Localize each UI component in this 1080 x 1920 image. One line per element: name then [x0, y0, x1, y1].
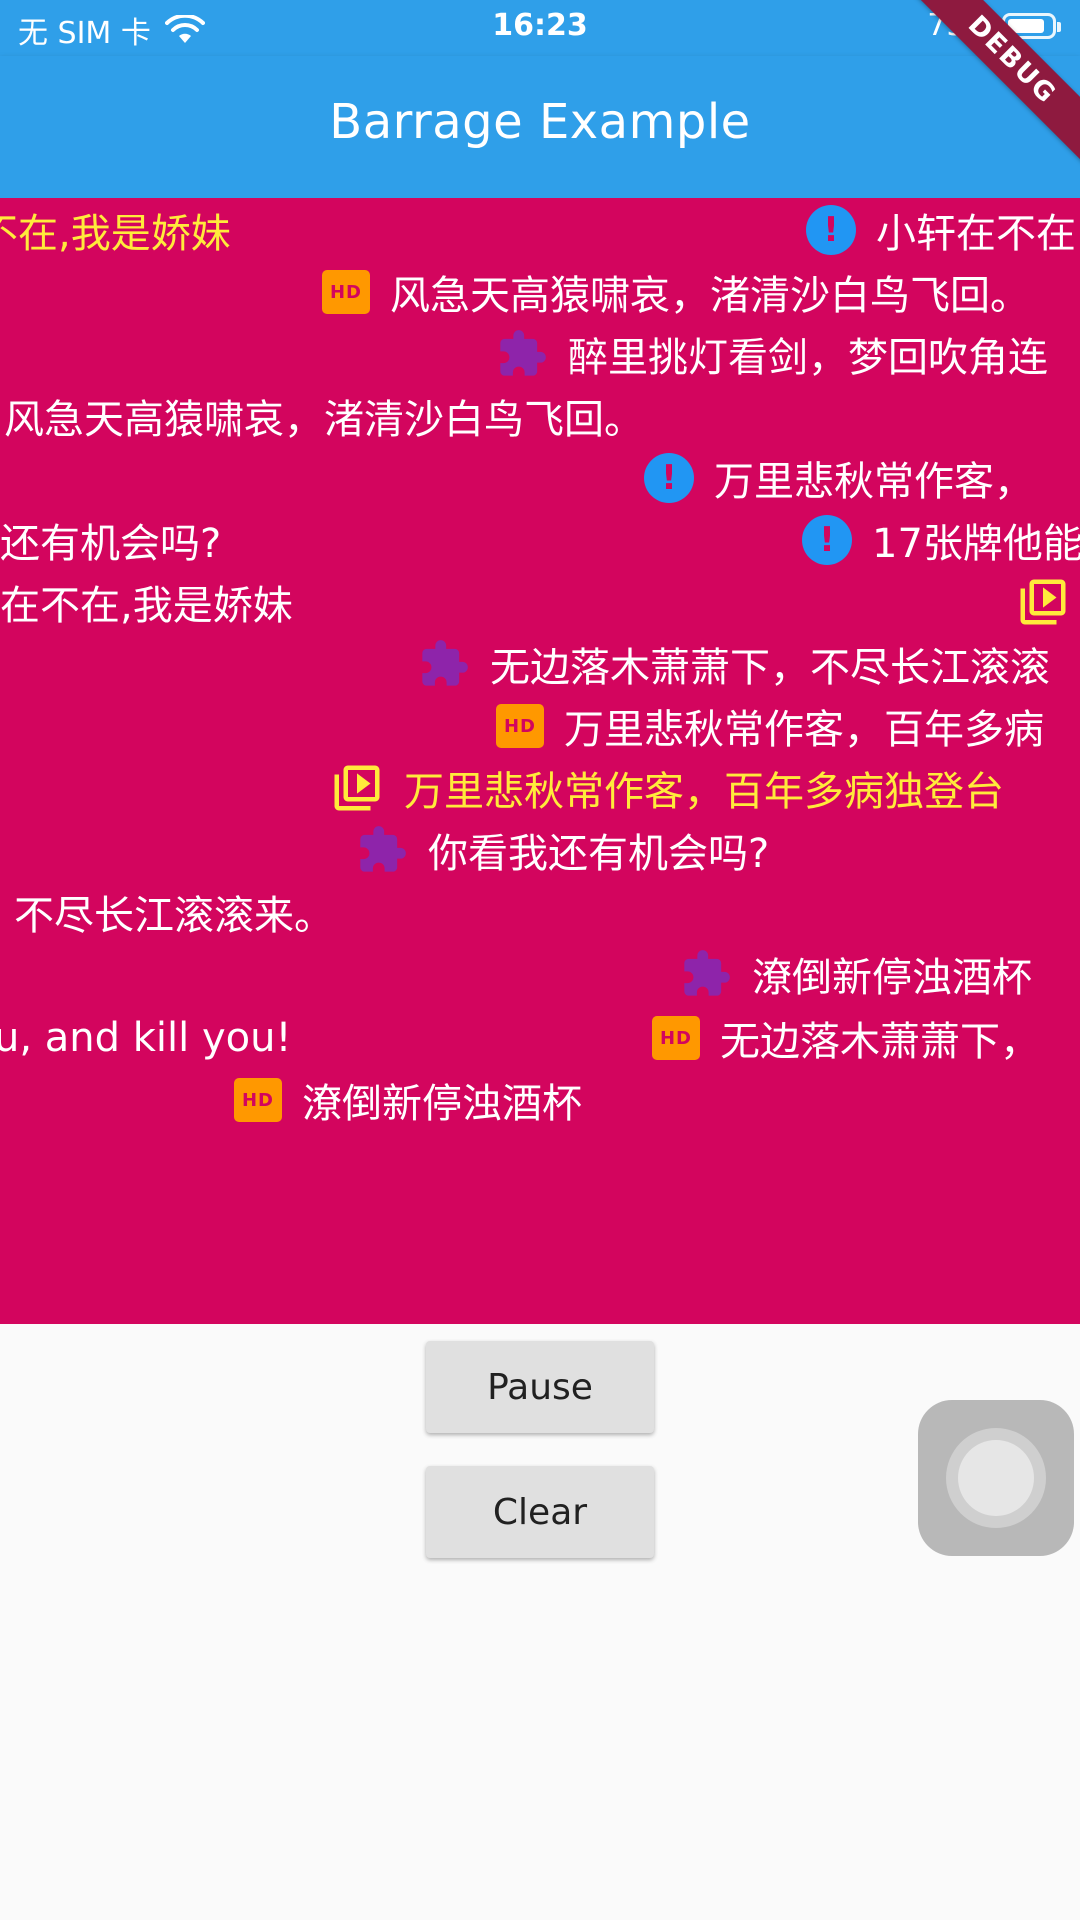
barrage-item: HD 无边落木萧萧下，	[652, 1012, 1040, 1065]
barrage-item: 不在,我是娇妹	[0, 204, 231, 257]
info-icon: !	[802, 515, 852, 565]
assistive-touch-button[interactable]	[918, 1400, 1074, 1556]
barrage-item: 无边落木萧萧下，不尽长江滚滚	[418, 638, 1050, 691]
barrage-item: 你看我还有机会吗?	[356, 824, 770, 877]
info-icon: !	[644, 453, 694, 503]
barrage-item: ! 万里悲秋常作客，	[644, 452, 1034, 505]
extension-icon	[422, 640, 468, 686]
barrage-text: 无边落木萧萧下，	[720, 1019, 1040, 1065]
barrage-item: ! 17张牌他能	[802, 514, 1080, 567]
page-title: Barrage Example	[329, 94, 751, 150]
hd-icon: HD	[322, 270, 370, 314]
video-library-icon	[334, 765, 380, 811]
barrage-text: u, and kill you!	[0, 1015, 292, 1061]
hd-icon: HD	[234, 1078, 282, 1122]
extension-icon	[684, 950, 730, 996]
barrage-text: 小轩在不在	[876, 211, 1076, 257]
barrage-item: 潦倒新停浊酒杯	[680, 948, 1032, 1001]
barrage-text: 万里悲秋常作客，百年多病独登台	[404, 769, 1004, 815]
barrage-item: ! 小轩在不在	[806, 204, 1076, 257]
barrage-item: 还有机会吗?	[0, 514, 222, 567]
barrage-text: 风急天高猿啸哀，渚清沙白鸟飞回。	[390, 273, 1030, 319]
barrage-text: 无边落木萧萧下，不尽长江滚滚	[490, 645, 1050, 691]
barrage-text: 潦倒新停浊酒杯	[302, 1081, 582, 1127]
clear-button[interactable]: Clear	[426, 1466, 654, 1558]
barrage-item: 在不在,我是娇妹	[0, 576, 293, 629]
barrage-text: 风急天高猿啸哀，渚清沙白鸟飞回。	[4, 397, 644, 443]
barrage-text: 万里悲秋常作客，百年多病	[564, 707, 1044, 753]
barrage-item: 不尽长江滚滚来。	[14, 886, 334, 939]
clock: 16:23	[492, 8, 588, 43]
barrage-text: 不在,我是娇妹	[0, 211, 231, 257]
barrage-area: 不在,我是娇妹 ! 小轩在不在 HD 风急天高猿啸哀，渚清沙白鸟飞回。 醉里挑灯…	[0, 198, 1080, 1324]
info-icon: !	[806, 205, 856, 255]
app-bar: Barrage Example	[0, 56, 1080, 198]
hd-icon: HD	[652, 1016, 700, 1060]
video-library-icon	[1020, 579, 1066, 625]
barrage-text: 17张牌他能	[872, 521, 1080, 567]
barrage-text: 还有机会吗?	[0, 521, 222, 567]
barrage-text: 在不在,我是娇妹	[0, 583, 293, 629]
barrage-text: 万里悲秋常作客，	[714, 459, 1034, 505]
barrage-item: 万里悲秋常作客，百年多病独登台	[330, 762, 1004, 815]
barrage-text: 不尽长江滚滚来。	[14, 893, 334, 939]
pause-button[interactable]: Pause	[426, 1341, 654, 1433]
barrage-item: u, and kill you!	[0, 1012, 292, 1064]
extension-icon	[500, 330, 546, 376]
assistive-touch-core	[958, 1440, 1034, 1516]
extension-icon	[360, 826, 406, 872]
barrage-text: 潦倒新停浊酒杯	[752, 955, 1032, 1001]
barrage-item: 醉里挑灯看剑，梦回吹角连	[496, 328, 1048, 381]
hd-icon: HD	[496, 704, 544, 748]
barrage-text: 你看我还有机会吗?	[428, 831, 770, 877]
barrage-item	[1016, 576, 1080, 628]
barrage-item: 风急天高猿啸哀，渚清沙白鸟飞回。	[4, 390, 644, 443]
barrage-item: HD 万里悲秋常作客，百年多病	[496, 700, 1044, 753]
status-bar: 无 SIM 卡 16:23 75%	[0, 0, 1080, 56]
barrage-item: HD 潦倒新停浊酒杯	[234, 1074, 582, 1127]
barrage-item: HD 风急天高猿啸哀，渚清沙白鸟飞回。	[322, 266, 1030, 319]
barrage-text: 醉里挑灯看剑，梦回吹角连	[568, 335, 1048, 381]
